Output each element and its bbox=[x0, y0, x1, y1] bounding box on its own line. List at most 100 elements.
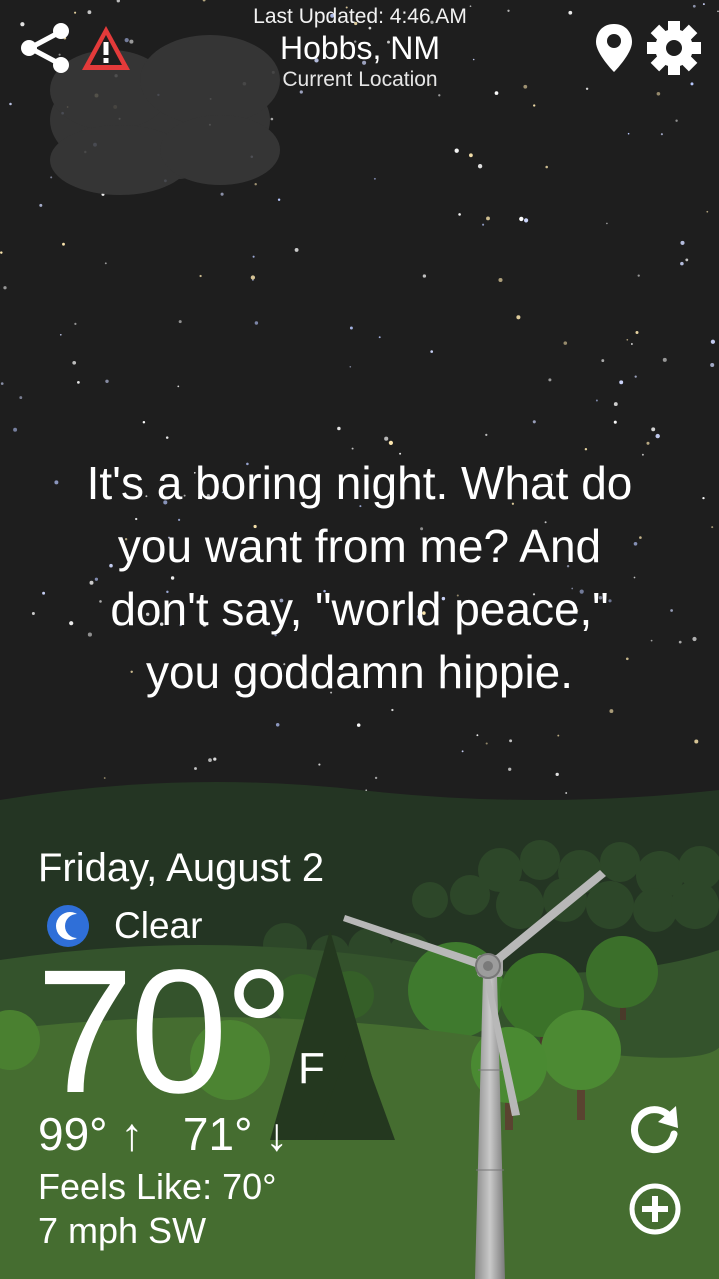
star bbox=[72, 360, 77, 365]
star bbox=[277, 198, 281, 201]
star bbox=[651, 427, 656, 432]
star bbox=[685, 258, 689, 262]
star bbox=[702, 3, 705, 6]
wind-label: 7 mph SW bbox=[38, 1210, 207, 1251]
star bbox=[509, 739, 513, 743]
star bbox=[165, 436, 169, 439]
star bbox=[438, 94, 441, 97]
star bbox=[373, 177, 376, 180]
weather-alert-button[interactable] bbox=[78, 20, 134, 76]
star bbox=[702, 496, 705, 500]
refresh-button[interactable] bbox=[626, 1100, 684, 1158]
star bbox=[142, 420, 146, 424]
star bbox=[557, 734, 560, 737]
star bbox=[655, 433, 660, 439]
star bbox=[476, 734, 479, 737]
share-icon bbox=[21, 23, 69, 73]
star bbox=[626, 338, 629, 341]
star bbox=[694, 739, 699, 744]
star bbox=[635, 331, 639, 334]
feels-like-label: Feels Like: 70° bbox=[38, 1166, 277, 1207]
star bbox=[103, 777, 106, 779]
star bbox=[498, 277, 503, 283]
star bbox=[19, 396, 23, 400]
arrow-up-icon: ↑ bbox=[120, 1108, 144, 1160]
star bbox=[384, 436, 389, 441]
star bbox=[318, 763, 321, 766]
star bbox=[485, 742, 488, 745]
star bbox=[563, 341, 568, 345]
star bbox=[39, 203, 43, 207]
star bbox=[105, 379, 109, 384]
star bbox=[613, 402, 618, 407]
star bbox=[337, 426, 341, 431]
star bbox=[220, 192, 224, 196]
star bbox=[388, 440, 394, 446]
location-header: Last Updated: 4:46 AM Hobbs, NM Current … bbox=[160, 4, 560, 94]
star bbox=[178, 320, 182, 324]
star bbox=[194, 767, 197, 770]
refresh-icon bbox=[631, 1106, 678, 1154]
star bbox=[545, 165, 548, 169]
settings-button[interactable] bbox=[644, 18, 704, 78]
current-temperature: 70° bbox=[36, 934, 294, 1130]
star bbox=[275, 723, 280, 727]
add-location-button[interactable] bbox=[626, 1180, 684, 1238]
star bbox=[294, 247, 299, 252]
star bbox=[519, 216, 524, 222]
star bbox=[601, 359, 605, 363]
star bbox=[252, 255, 255, 258]
map-pin-icon bbox=[596, 24, 632, 72]
temperature-unit[interactable]: F bbox=[298, 1044, 325, 1094]
star bbox=[486, 216, 490, 221]
star bbox=[485, 433, 488, 437]
star bbox=[74, 11, 77, 14]
star bbox=[0, 382, 4, 385]
star bbox=[646, 441, 650, 445]
star bbox=[378, 336, 381, 339]
star bbox=[585, 87, 589, 91]
star bbox=[349, 365, 352, 368]
star bbox=[208, 758, 212, 762]
star bbox=[422, 274, 427, 278]
star bbox=[609, 709, 614, 714]
star bbox=[3, 286, 7, 290]
share-button[interactable] bbox=[16, 20, 74, 76]
star bbox=[351, 447, 354, 450]
star bbox=[627, 132, 630, 135]
star bbox=[690, 82, 694, 86]
location-button[interactable] bbox=[592, 20, 636, 76]
star bbox=[87, 10, 92, 15]
star bbox=[568, 10, 573, 15]
star bbox=[634, 375, 637, 378]
location-subtitle: Current Location bbox=[282, 68, 438, 91]
forecast-message: It's a boring night. What do you want fr… bbox=[20, 452, 699, 704]
star bbox=[430, 350, 434, 353]
star bbox=[9, 102, 12, 106]
star bbox=[104, 262, 107, 265]
star bbox=[710, 362, 715, 368]
high-temperature: 99° bbox=[38, 1108, 108, 1160]
star bbox=[508, 767, 512, 771]
date-label: Friday, August 2 bbox=[38, 846, 325, 890]
star bbox=[680, 261, 684, 266]
star bbox=[199, 274, 202, 278]
star bbox=[662, 357, 667, 362]
star bbox=[680, 240, 685, 245]
star bbox=[710, 339, 716, 344]
message-line: It's a boring night. What do bbox=[86, 457, 633, 509]
star bbox=[349, 326, 353, 330]
star bbox=[706, 210, 709, 213]
star bbox=[692, 4, 696, 8]
star bbox=[533, 104, 536, 107]
star bbox=[548, 378, 552, 382]
star bbox=[50, 176, 53, 179]
star bbox=[637, 274, 640, 277]
star bbox=[631, 343, 633, 345]
city-name[interactable]: Hobbs, NM bbox=[160, 30, 560, 66]
arrow-down-icon: ↓ bbox=[265, 1108, 289, 1160]
plus-circle-icon bbox=[629, 1183, 681, 1235]
star bbox=[374, 776, 378, 780]
star bbox=[532, 420, 536, 424]
star bbox=[77, 381, 80, 384]
